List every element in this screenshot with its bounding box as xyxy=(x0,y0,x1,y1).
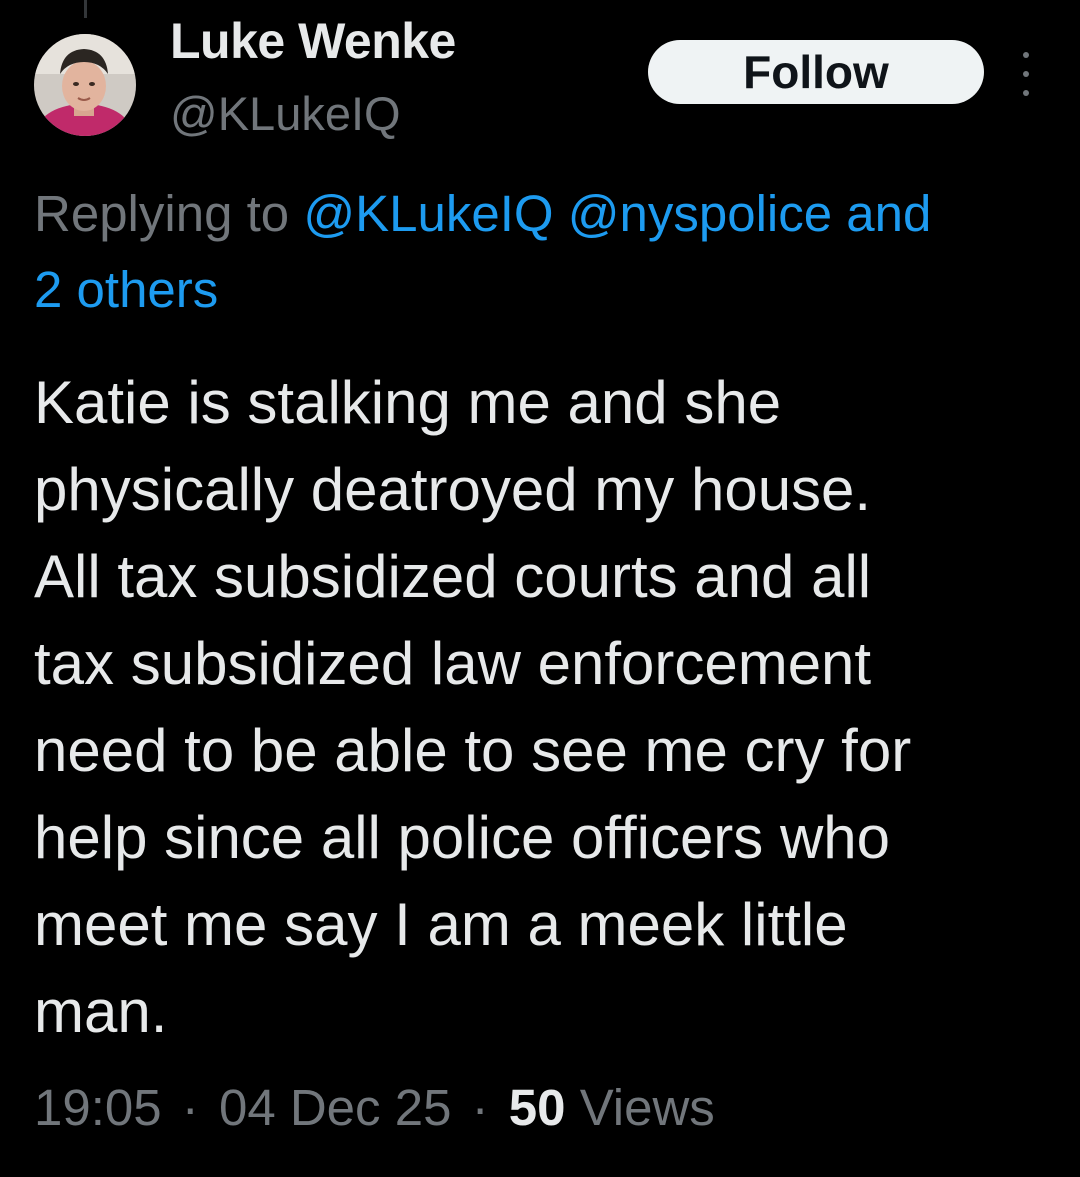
tweet-text: Katie is stalking me and she physically … xyxy=(34,359,1064,1055)
mention-and-word[interactable]: and xyxy=(846,185,931,242)
user-handle[interactable]: @KLukeIQ xyxy=(170,86,401,141)
mention-others-link[interactable]: 2 others xyxy=(34,261,218,318)
display-name[interactable]: Luke Wenke xyxy=(170,12,456,70)
replying-to-label: Replying to xyxy=(34,185,290,242)
more-dot xyxy=(1023,52,1029,58)
avatar[interactable] xyxy=(34,34,136,136)
tweet-text-line: physically deatroyed my house. xyxy=(34,456,872,523)
meta-separator: · xyxy=(181,1079,199,1136)
tweet-text-line: Katie is stalking me and she xyxy=(34,369,782,436)
more-dot xyxy=(1023,90,1029,96)
mention-link-klukeiq[interactable]: @KLukeIQ xyxy=(303,185,553,242)
reply-context: Replying to @KLukeIQ @nyspolice and 2 ot… xyxy=(34,176,1080,328)
tweet-text-line: All tax subsidized courts and all xyxy=(34,543,872,610)
mention-link-nyspolice[interactable]: @nyspolice xyxy=(568,185,832,242)
meta-separator: · xyxy=(471,1079,489,1136)
tweet-text-line: meet me say I am a meek little xyxy=(34,891,848,958)
follow-button[interactable]: Follow xyxy=(648,40,984,104)
more-dot xyxy=(1023,71,1029,77)
tweet-text-line: man. xyxy=(34,978,168,1045)
tweet-text-line: need to be able to see me cry for xyxy=(34,717,912,784)
tweet-time[interactable]: 19:05 xyxy=(34,1079,162,1136)
views-label[interactable]: Views xyxy=(580,1079,715,1136)
tweet-date[interactable]: 04 Dec 25 xyxy=(219,1079,452,1136)
more-vertical-icon[interactable] xyxy=(1014,52,1038,96)
views-count[interactable]: 50 xyxy=(509,1079,566,1136)
avatar-image xyxy=(34,34,136,136)
tweet-text-line: help since all police officers who xyxy=(34,804,891,871)
tweet-text-line: tax subsidized law enforcement xyxy=(34,630,872,697)
thread-connector-line xyxy=(84,0,87,18)
tweet-meta: 19:05 · 04 Dec 25 · 50 Views xyxy=(34,1078,715,1137)
